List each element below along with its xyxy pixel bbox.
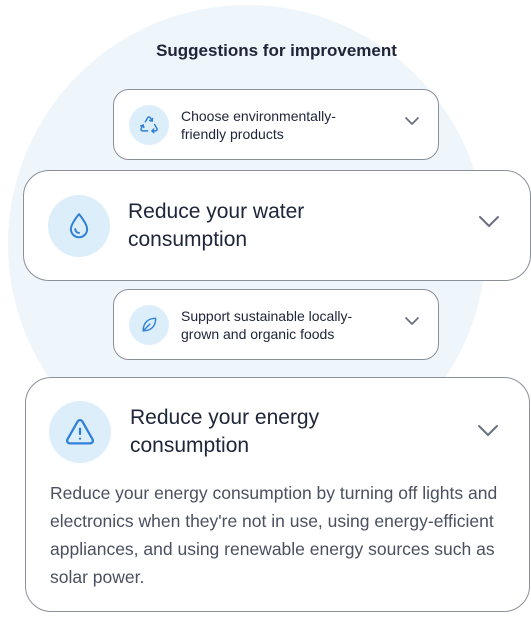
- suggestion-card-energy[interactable]: Reduce your energy consumption Reduce yo…: [25, 377, 530, 612]
- suggestion-card-local-foods[interactable]: Support sustainable locally-grown and or…: [113, 289, 439, 360]
- warning-icon: [49, 401, 111, 463]
- chevron-down-icon[interactable]: [478, 215, 500, 228]
- suggestion-description: Reduce your energy consumption by turnin…: [50, 483, 498, 587]
- leaf-icon: [129, 304, 169, 345]
- suggestion-card-eco-products[interactable]: Choose environmentally-friendly products: [113, 89, 439, 160]
- section-heading: Suggestions for improvement: [156, 41, 397, 60]
- chevron-down-icon[interactable]: [404, 116, 420, 126]
- suggestion-label: Reduce your energy consumption: [130, 406, 320, 457]
- suggestion-label: Choose environmentally-friendly products: [181, 107, 336, 142]
- recycle-icon: [129, 104, 169, 145]
- suggestion-card-water[interactable]: Reduce your water consumption: [23, 170, 531, 281]
- suggestion-label: Support sustainable locally-grown and or…: [181, 307, 353, 342]
- suggestion-label: Reduce your water consumption: [128, 199, 305, 251]
- water-drop-icon: [48, 194, 110, 257]
- chevron-down-icon[interactable]: [404, 316, 420, 326]
- chevron-down-icon[interactable]: [477, 424, 499, 437]
